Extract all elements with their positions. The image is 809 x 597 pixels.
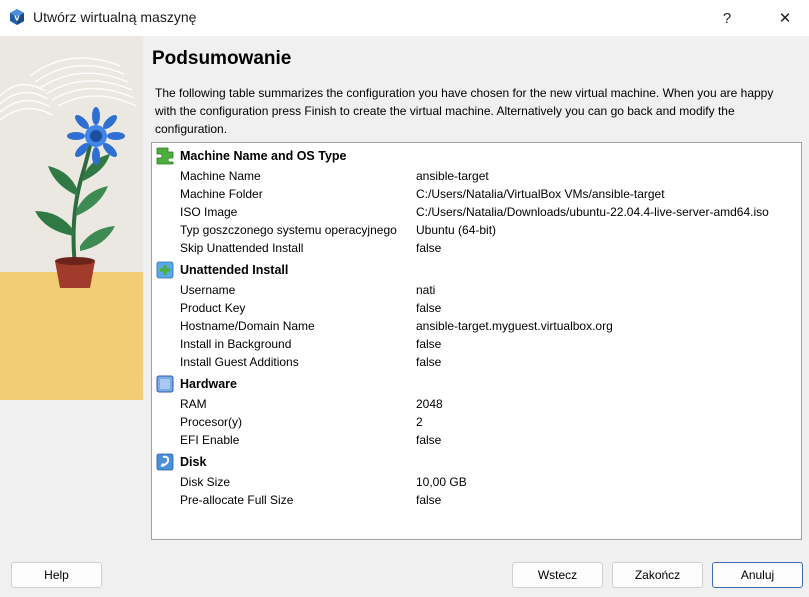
close-icon: ✕	[778, 10, 792, 27]
back-button[interactable]: Wstecz	[512, 562, 603, 588]
table-row: Disk Size 10,00 GB	[152, 473, 801, 491]
row-key: Pre-allocate Full Size	[180, 493, 294, 507]
window-title: Utwórz wirtualną maszynę	[33, 9, 197, 25]
row-value: false	[416, 241, 442, 255]
row-key: Machine Name	[180, 169, 261, 183]
section-title: Machine Name and OS Type	[180, 149, 347, 163]
plus-icon	[156, 261, 174, 279]
close-button[interactable]: ✕	[762, 0, 808, 36]
wizard-illustration	[0, 36, 143, 400]
table-row: EFI Enable false	[152, 431, 801, 449]
row-value: ansible-target.myguest.virtualbox.org	[416, 319, 613, 333]
row-value: 2	[416, 415, 423, 429]
row-key: ISO Image	[180, 205, 238, 219]
row-value: 2048	[416, 397, 443, 411]
title-bar: V Utwórz wirtualną maszynę ? ✕	[0, 0, 809, 36]
row-value: C:/Users/Natalia/Downloads/ubuntu-22.04.…	[416, 205, 769, 219]
section-machine-name: Machine Name and OS Type	[152, 145, 801, 167]
row-key: Typ goszczonego systemu operacyjnego	[180, 223, 397, 237]
help-icon: ?	[722, 9, 732, 27]
help-title-button[interactable]: ?	[704, 0, 750, 36]
row-key: Product Key	[180, 301, 246, 315]
disk-icon	[156, 453, 174, 471]
wizard-page: Podsumowanie The following table summari…	[143, 36, 809, 550]
cancel-button[interactable]: Anuluj	[712, 562, 803, 588]
button-bar: Help Wstecz Zakończ Anuluj	[0, 550, 809, 597]
table-row: Machine Name ansible-target	[152, 167, 801, 185]
row-value: C:/Users/Natalia/VirtualBox VMs/ansible-…	[416, 187, 665, 201]
row-key: RAM	[180, 397, 207, 411]
summary-table[interactable]: Machine Name and OS Type Machine Name an…	[151, 142, 802, 540]
row-value: false	[416, 337, 442, 351]
row-value: false	[416, 493, 442, 507]
row-value: false	[416, 301, 442, 315]
puzzle-icon	[156, 147, 174, 165]
row-key: Install in Background	[180, 337, 292, 351]
row-value: Ubuntu (64-bit)	[416, 223, 497, 237]
section-hardware: Hardware	[152, 373, 801, 395]
help-button[interactable]: Help	[11, 562, 102, 588]
table-row: Procesor(y) 2	[152, 413, 801, 431]
section-title: Unattended Install	[180, 263, 289, 277]
row-value: false	[416, 433, 442, 447]
row-value: nati	[416, 283, 436, 297]
row-key: Disk Size	[180, 475, 231, 489]
table-row: Skip Unattended Install false	[152, 239, 801, 257]
table-row: Machine Folder C:/Users/Natalia/VirtualB…	[152, 185, 801, 203]
row-key: Skip Unattended Install	[180, 241, 304, 255]
row-key: Username	[180, 283, 236, 297]
table-row: Typ goszczonego systemu operacyjnego Ubu…	[152, 221, 801, 239]
table-row: Install in Background false	[152, 335, 801, 353]
svg-text:V: V	[14, 15, 20, 23]
section-title: Disk	[180, 455, 207, 469]
row-value: false	[416, 355, 442, 369]
table-row: Hostname/Domain Name ansible-target.mygu…	[152, 317, 801, 335]
chip-icon	[156, 375, 174, 393]
table-row: Username nati	[152, 281, 801, 299]
page-description: The following table summarizes the confi…	[155, 86, 774, 136]
section-title: Hardware	[180, 377, 237, 391]
row-value: ansible-target	[416, 169, 489, 183]
row-key: Machine Folder	[180, 187, 263, 201]
page-title: Podsumowanie	[152, 48, 292, 69]
virtualbox-icon: V	[10, 9, 24, 25]
row-key: Install Guest Additions	[180, 355, 299, 369]
section-unattended-install: Unattended Install	[152, 259, 801, 281]
section-disk: Disk	[152, 451, 801, 473]
table-row: Product Key false	[152, 299, 801, 317]
row-value: 10,00 GB	[416, 475, 467, 489]
table-row: ISO Image C:/Users/Natalia/Downloads/ubu…	[152, 203, 801, 221]
finish-button[interactable]: Zakończ	[612, 562, 703, 588]
row-key: Hostname/Domain Name	[180, 319, 315, 333]
row-key: Procesor(y)	[180, 415, 243, 429]
row-key: EFI Enable	[180, 433, 240, 447]
table-row: RAM 2048	[152, 395, 801, 413]
table-row: Pre-allocate Full Size false	[152, 491, 801, 509]
plant-illustration	[0, 36, 143, 400]
table-row: Install Guest Additions false	[152, 353, 801, 371]
